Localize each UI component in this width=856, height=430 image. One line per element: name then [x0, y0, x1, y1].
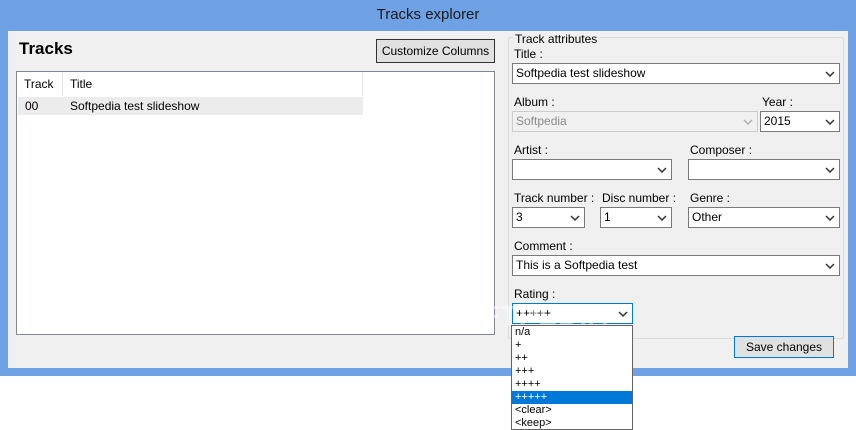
- track-number-label: Track number :: [514, 191, 595, 205]
- rating-option[interactable]: +: [512, 339, 632, 352]
- track-number-combo[interactable]: 3: [512, 207, 585, 228]
- rating-dropdown-list[interactable]: n/a + ++ +++ ++++ +++++ <clear> <keep>: [511, 325, 633, 430]
- disc-number-combo[interactable]: 1: [600, 207, 672, 228]
- column-header-title[interactable]: Title: [63, 72, 363, 96]
- track-cell: 00: [25, 99, 39, 113]
- composer-combo[interactable]: [688, 159, 840, 180]
- rating-option[interactable]: +++: [512, 365, 632, 378]
- table-row[interactable]: 00 Softpedia test slideshow: [18, 97, 363, 115]
- title-cell: Softpedia test slideshow: [70, 99, 200, 113]
- rating-option[interactable]: <clear>: [512, 404, 632, 417]
- artist-label: Artist :: [514, 143, 549, 157]
- save-changes-button[interactable]: Save changes: [734, 336, 834, 358]
- album-label: Album :: [514, 95, 555, 109]
- chevron-down-icon[interactable]: [824, 112, 836, 131]
- rating-option[interactable]: n/a: [512, 326, 632, 339]
- client-area: Tracks Customize Columns Track Title 00 …: [8, 31, 848, 368]
- genre-label: Genre :: [690, 191, 731, 205]
- year-combo[interactable]: 2015: [760, 111, 840, 132]
- tracks-list[interactable]: Track Title 00 Softpedia test slideshow: [16, 71, 495, 335]
- year-label: Year :: [762, 95, 793, 109]
- disc-number-value: 1: [604, 210, 611, 224]
- comment-label: Comment :: [514, 239, 573, 253]
- composer-label: Composer :: [690, 143, 753, 157]
- genre-combo[interactable]: Other: [688, 207, 840, 228]
- comment-value: This is a Softpedia test: [516, 258, 638, 272]
- chevron-down-icon[interactable]: [824, 256, 836, 275]
- title-label: Title :: [514, 47, 543, 61]
- chevron-down-icon[interactable]: [824, 208, 836, 227]
- comment-combo[interactable]: This is a Softpedia test: [512, 255, 840, 276]
- rating-label: Rating :: [514, 287, 556, 301]
- app-window: Tracks explorer Tracks Customize Columns…: [0, 0, 856, 376]
- tracks-heading: Tracks: [19, 39, 73, 58]
- chevron-down-icon[interactable]: [824, 64, 836, 83]
- window-title: Tracks explorer: [376, 6, 480, 23]
- title-combo[interactable]: Softpedia test slideshow: [512, 63, 840, 84]
- chevron-down-icon[interactable]: [824, 160, 836, 179]
- genre-value: Other: [692, 210, 723, 224]
- rating-option[interactable]: ++++: [512, 378, 632, 391]
- album-value: Softpedia: [516, 114, 567, 128]
- rating-option-selected[interactable]: +++++: [512, 391, 632, 404]
- artist-combo[interactable]: [512, 159, 672, 180]
- chevron-down-icon[interactable]: [656, 160, 668, 179]
- track-number-value: 3: [516, 210, 523, 224]
- rating-option[interactable]: <keep>: [512, 417, 632, 430]
- chevron-down-icon[interactable]: [569, 208, 581, 227]
- disc-number-label: Disc number :: [602, 191, 677, 205]
- track-attributes-legend: Track attributes: [513, 32, 600, 46]
- column-header-track[interactable]: Track: [17, 72, 63, 96]
- chevron-down-icon[interactable]: [656, 208, 668, 227]
- customize-columns-button[interactable]: Customize Columns: [376, 39, 495, 63]
- chevron-down-icon[interactable]: [617, 304, 629, 323]
- chevron-down-icon: [742, 112, 754, 131]
- title-value: Softpedia test slideshow: [516, 66, 646, 80]
- rating-option[interactable]: ++: [512, 352, 632, 365]
- album-combo: Softpedia: [512, 111, 758, 132]
- year-value: 2015: [764, 114, 791, 128]
